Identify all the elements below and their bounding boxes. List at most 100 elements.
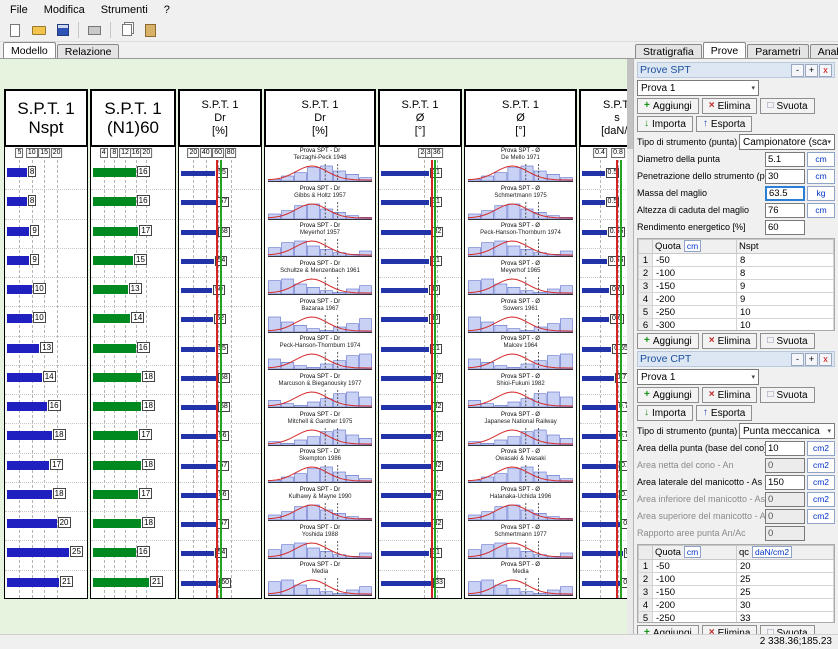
area-inferiore-del-manicotto-asb-input[interactable]: 0: [765, 492, 805, 507]
area-della-punta-base-del-cono-ac-input[interactable]: 10: [765, 441, 805, 456]
tab-analisi[interactable]: Analisi: [810, 44, 838, 58]
tab-stratigrafia[interactable]: Stratigrafia: [635, 44, 702, 58]
cell[interactable]: -150: [653, 586, 737, 599]
unit-selector-cm2[interactable]: cm2: [807, 509, 835, 524]
mini-chart-plot: [468, 426, 573, 446]
prove-spt-header-add-button[interactable]: +: [805, 64, 818, 77]
prove-spt-strumento-select[interactable]: Campionatore (scarpa ta▾: [739, 134, 835, 150]
prove-spt-header-close-button[interactable]: x: [819, 64, 832, 77]
rendimento-energetico-input[interactable]: 60: [765, 220, 805, 235]
unit-selector-cm[interactable]: cm: [684, 240, 701, 252]
cell[interactable]: 9: [737, 293, 834, 306]
unit-selector-cm[interactable]: cm: [684, 546, 701, 558]
prove-cpt-prova-select[interactable]: Prova 1▾: [637, 369, 759, 385]
elimina-button[interactable]: ×Elimina: [702, 387, 758, 403]
menu-modifica[interactable]: Modifica: [36, 2, 93, 18]
elimina-button[interactable]: ×Elimina: [702, 625, 758, 634]
aggiungi-button[interactable]: +Aggiungi: [637, 625, 699, 634]
cell[interactable]: -250: [653, 612, 737, 624]
cell[interactable]: 8: [737, 267, 834, 280]
cell[interactable]: 25: [737, 573, 834, 586]
elimina-icon: ×: [709, 390, 715, 400]
unit-selector-cm2[interactable]: cm2: [807, 475, 835, 490]
cell[interactable]: -100: [653, 573, 737, 586]
print-button[interactable]: [84, 21, 105, 40]
svuota-button[interactable]: □Svuota: [760, 333, 814, 349]
cell[interactable]: -250: [653, 306, 737, 319]
unit-selector-cm2[interactable]: cm2: [807, 458, 835, 473]
cell[interactable]: 10: [737, 319, 834, 332]
cell[interactable]: 10: [737, 306, 834, 319]
cell[interactable]: 33: [737, 612, 834, 624]
paste-button[interactable]: [140, 21, 161, 40]
cell[interactable]: -50: [653, 560, 737, 573]
tab-prove[interactable]: Prove: [703, 42, 746, 58]
open-folder-button[interactable]: [28, 21, 49, 40]
menu-item[interactable]: ?: [156, 2, 178, 18]
area-netta-del-cono-an-input[interactable]: 0: [765, 458, 805, 473]
unit-selector-cm[interactable]: cm: [807, 152, 835, 167]
menu-strumenti[interactable]: Strumenti: [93, 2, 156, 18]
mini-chart-method: Yoshida 1988: [265, 532, 375, 539]
cell[interactable]: 9: [737, 280, 834, 293]
prove-spt-prova-select[interactable]: Prova 1▾: [637, 80, 759, 96]
elimina-button[interactable]: ×Elimina: [702, 333, 758, 349]
svuota-button[interactable]: □Svuota: [760, 98, 814, 114]
cell[interactable]: -200: [653, 293, 737, 306]
unit-selector-cm2[interactable]: cm2: [807, 492, 835, 507]
cell[interactable]: -300: [653, 319, 737, 332]
aggiungi-button[interactable]: +Aggiungi: [637, 98, 699, 114]
new-document-button[interactable]: [4, 21, 25, 40]
prove-spt-header-collapse-button[interactable]: -: [791, 64, 804, 77]
penetrazione-dello-strumento-passo-input[interactable]: 30: [765, 169, 805, 184]
chart-scrollbar-thumb[interactable]: [627, 59, 633, 149]
unit-selector-cm[interactable]: cm: [807, 169, 835, 184]
cell[interactable]: 30: [737, 599, 834, 612]
unit-selector-dan-cm2[interactable]: daN/cm2: [752, 546, 792, 558]
menubar: FileModificaStrumenti?: [0, 0, 838, 19]
cell[interactable]: 20: [737, 560, 834, 573]
mini-chart-method: Japanese National Railway: [465, 419, 576, 426]
esporta-button[interactable]: ↑Esporta: [696, 116, 752, 132]
gridline: [91, 248, 175, 249]
mini-chart: Prova SPT - DrMeyerhof 1957: [265, 222, 375, 260]
tab-parametri[interactable]: Parametri: [747, 44, 809, 58]
menu-file[interactable]: File: [2, 2, 36, 18]
importa-button[interactable]: ↓Importa: [637, 116, 693, 132]
cell[interactable]: 25: [737, 586, 834, 599]
aggiungi-button[interactable]: +Aggiungi: [637, 387, 699, 403]
importa-button[interactable]: ↓Importa: [637, 405, 693, 421]
unit-selector-kg[interactable]: kg: [807, 186, 835, 201]
esporta-button[interactable]: ↑Esporta: [696, 405, 752, 421]
svuota-button[interactable]: □Svuota: [760, 387, 814, 403]
gridline: [379, 394, 461, 395]
massa-del-maglio-input[interactable]: 63.5: [765, 186, 805, 201]
altezza-di-caduta-del-maglio-input[interactable]: 76: [765, 203, 805, 218]
gridline: [91, 423, 175, 424]
prove-cpt-header-collapse-button[interactable]: -: [791, 353, 804, 366]
chart-scrollbar[interactable]: [627, 58, 633, 634]
unit-selector-cm2[interactable]: cm2: [807, 441, 835, 456]
rapporto-aree-punta-an-ac-input[interactable]: 0: [765, 526, 805, 541]
cell[interactable]: -50: [653, 254, 737, 267]
save-button[interactable]: [52, 21, 73, 40]
cell[interactable]: -100: [653, 267, 737, 280]
prove-cpt-header-close-button[interactable]: x: [819, 353, 832, 366]
elimina-button[interactable]: ×Elimina: [702, 98, 758, 114]
tab-relazione[interactable]: Relazione: [57, 44, 120, 58]
svuota-button[interactable]: □Svuota: [760, 625, 814, 634]
prove-spt-table: QuotacmNspt1-5082-10083-15094-20095-2501…: [637, 238, 835, 331]
cell[interactable]: -150: [653, 280, 737, 293]
tab-modello[interactable]: Modello: [3, 42, 56, 58]
copy-button[interactable]: [116, 21, 137, 40]
prove-cpt-strumento-select[interactable]: Punta meccanica▾: [739, 423, 835, 439]
area-superiore-del-manicotto-asl-input[interactable]: 0: [765, 509, 805, 524]
aggiungi-button[interactable]: +Aggiungi: [637, 333, 699, 349]
unit-selector-cm[interactable]: cm: [807, 203, 835, 218]
prove-cpt-header-add-button[interactable]: +: [805, 353, 818, 366]
cell[interactable]: 8: [737, 254, 834, 267]
area-laterale-del-manicotto-as-input[interactable]: 150: [765, 475, 805, 490]
cell[interactable]: -200: [653, 599, 737, 612]
button-row: +Aggiungi×Elimina□Svuota: [637, 625, 835, 634]
diametro-della-punta-input[interactable]: 5.1: [765, 152, 805, 167]
